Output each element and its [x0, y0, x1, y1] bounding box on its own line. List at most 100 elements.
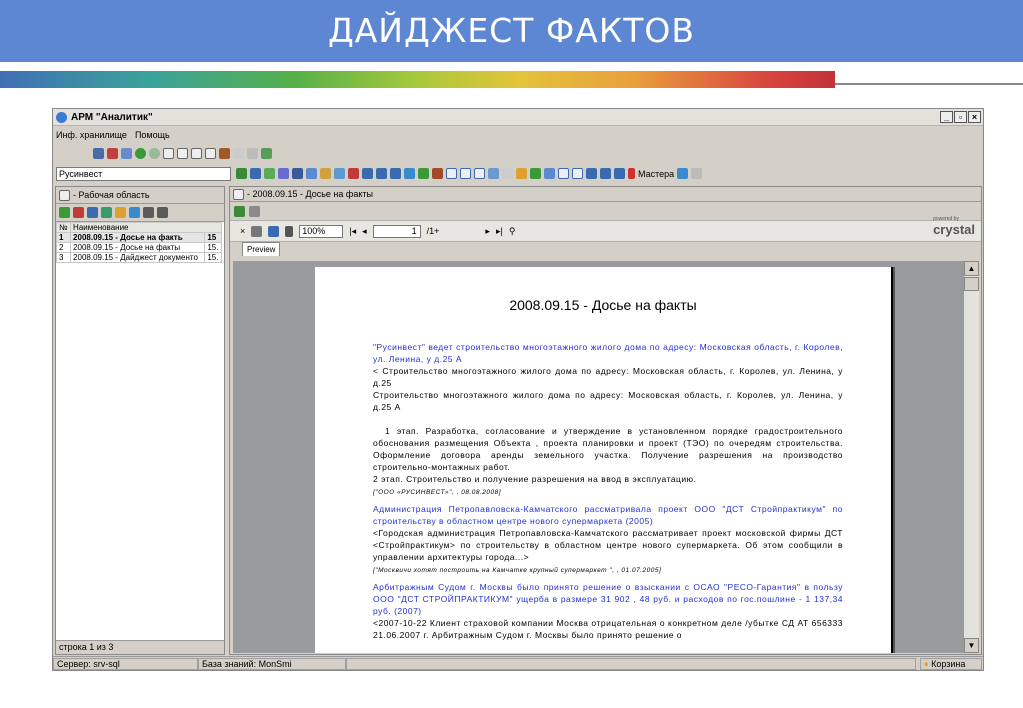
- layout-icon-1[interactable]: [558, 168, 569, 179]
- vertical-scrollbar[interactable]: ▲ ▼: [963, 261, 979, 653]
- row-num: 1: [55, 232, 72, 243]
- back-icon[interactable]: [135, 148, 146, 159]
- chart-icon[interactable]: [530, 168, 541, 179]
- refresh-icon[interactable]: [261, 148, 272, 159]
- page-number-input[interactable]: 1: [372, 224, 421, 238]
- analysis-icon-9[interactable]: [348, 168, 359, 179]
- grid-icon-1[interactable]: [446, 168, 457, 179]
- row-ext: 15.: [204, 252, 222, 263]
- scroll-up-icon[interactable]: ▲: [964, 261, 979, 276]
- first-page-icon[interactable]: |◂: [349, 226, 356, 237]
- menu-storage[interactable]: Инф. хранилище: [56, 130, 127, 140]
- delete-icon[interactable]: [107, 148, 118, 159]
- zoom-icon[interactable]: [488, 168, 499, 179]
- fact-4-text: <2007-10-22 Клиент страховой компании Мо…: [373, 618, 843, 640]
- row-count-status: строка 1 из 3: [56, 640, 224, 654]
- layout-icon-4[interactable]: [600, 168, 611, 179]
- table-header: № Наименование: [55, 222, 222, 233]
- analysis-icon-5[interactable]: [292, 168, 303, 179]
- table-row[interactable]: 1 2008.09.15 - Досье на факть 15: [55, 232, 222, 243]
- filter-icon[interactable]: [129, 207, 140, 218]
- report-icon[interactable]: [143, 207, 154, 218]
- fact-2-text: 1 этап. Разработка, согласование и утвер…: [373, 426, 843, 472]
- binoculars-icon[interactable]: ⚲: [509, 226, 516, 237]
- prev-icon[interactable]: [177, 148, 188, 159]
- export-icon[interactable]: [157, 207, 168, 218]
- layout-icon-2[interactable]: [572, 168, 583, 179]
- table-row[interactable]: 3 2008.09.15 - Дайджест документо 15.: [55, 252, 222, 263]
- export-report-icon[interactable]: [234, 205, 245, 217]
- fact-2-source: ["ООО «РУСИНВЕСТ»", , 08.08.2008]: [373, 489, 502, 496]
- last-page-icon[interactable]: ▸|: [496, 226, 503, 237]
- scroll-thumb[interactable]: [964, 277, 979, 291]
- analysis-icon-14[interactable]: [418, 168, 429, 179]
- workspace-icon[interactable]: [59, 189, 70, 201]
- report-toolbar: [230, 202, 981, 220]
- folder-icon[interactable]: [516, 168, 527, 179]
- tools-icon[interactable]: [691, 168, 703, 179]
- analysis-icon-4[interactable]: [278, 168, 289, 179]
- layout-icon-5[interactable]: [614, 168, 625, 179]
- basket-status[interactable]: ♦ Корзина: [920, 657, 982, 670]
- remove-doc-icon[interactable]: [73, 207, 84, 218]
- analysis-icon-8[interactable]: [334, 168, 345, 179]
- prev-page-icon[interactable]: ◂: [362, 226, 367, 237]
- fact-1-headline[interactable]: "Русинвест" ведет строительство многоэта…: [373, 342, 843, 364]
- crystal-logo: powered by crystal: [933, 216, 975, 237]
- col-name[interactable]: Наименование: [70, 222, 222, 233]
- close-view-icon[interactable]: ×: [240, 226, 245, 236]
- analysis-icon-7[interactable]: [320, 168, 331, 179]
- grid-icon-3[interactable]: [474, 168, 485, 179]
- save-icon[interactable]: [93, 148, 104, 159]
- paste-icon[interactable]: [247, 148, 258, 159]
- analysis-icon-3[interactable]: [264, 168, 275, 179]
- analysis-icon-13[interactable]: [404, 168, 415, 179]
- next-page-icon[interactable]: ▸: [485, 226, 490, 237]
- mastera-button[interactable]: Мастера: [638, 169, 674, 179]
- kb-status: База знаний: MonSmi: [198, 657, 346, 670]
- wizard-icon[interactable]: [677, 168, 689, 179]
- next-icon[interactable]: [191, 148, 202, 159]
- grid-icon-2[interactable]: [460, 168, 471, 179]
- analysis-icon-12[interactable]: [390, 168, 401, 179]
- page-icon[interactable]: [502, 168, 513, 179]
- copy-icon[interactable]: [233, 148, 244, 159]
- title-bar: АРМ "Аналитик" _ ▫ ×: [53, 109, 983, 126]
- analysis-icon-6[interactable]: [306, 168, 317, 179]
- tree-icon[interactable]: [219, 148, 230, 159]
- group-tree-icon[interactable]: [285, 225, 294, 237]
- analysis-icon-10[interactable]: [362, 168, 373, 179]
- wrench-icon[interactable]: [87, 207, 98, 218]
- tab-preview[interactable]: Preview: [242, 242, 281, 256]
- close-button[interactable]: ×: [968, 111, 981, 123]
- maximize-button[interactable]: ▫: [954, 111, 967, 123]
- layout-icon-3[interactable]: [586, 168, 597, 179]
- fact-4-headline[interactable]: Арбитражным Судом г. Москвы было принято…: [373, 582, 843, 616]
- first-icon[interactable]: [163, 148, 174, 159]
- analysis-icon-2[interactable]: [250, 168, 261, 179]
- doc-body: "Русинвест" ведет строительство многоэта…: [373, 341, 843, 646]
- last-icon[interactable]: [205, 148, 216, 159]
- col-num[interactable]: №: [55, 222, 72, 233]
- sync-icon[interactable]: [101, 207, 112, 218]
- export-icon-2[interactable]: [268, 225, 280, 237]
- table-row[interactable]: 2 2008.09.15 - Досье на факты 15.: [55, 242, 222, 253]
- scroll-down-icon[interactable]: ▼: [964, 638, 979, 653]
- link-icon[interactable]: [121, 148, 132, 159]
- menu-help[interactable]: Помощь: [135, 130, 170, 140]
- add-doc-icon[interactable]: [59, 207, 70, 218]
- basket-icon[interactable]: [115, 207, 126, 218]
- analysis-icon-11[interactable]: [376, 168, 387, 179]
- doc-title: 2008.09.15 - Досье на факты: [509, 297, 697, 313]
- print-icon[interactable]: [251, 225, 263, 237]
- table-icon[interactable]: [544, 168, 555, 179]
- search-combo[interactable]: Русинвест: [56, 166, 231, 181]
- report-doc-icon[interactable]: [233, 188, 244, 200]
- zoom-select[interactable]: 100%: [299, 224, 344, 238]
- forward-icon[interactable]: [149, 148, 160, 159]
- minimize-button[interactable]: _: [940, 111, 953, 123]
- fact-3-headline[interactable]: Администрация Петропавловска-Камчатского…: [373, 504, 843, 526]
- print-setup-icon[interactable]: [249, 205, 260, 217]
- analysis-icon-15[interactable]: [432, 168, 443, 179]
- analysis-icon-1[interactable]: [236, 168, 247, 179]
